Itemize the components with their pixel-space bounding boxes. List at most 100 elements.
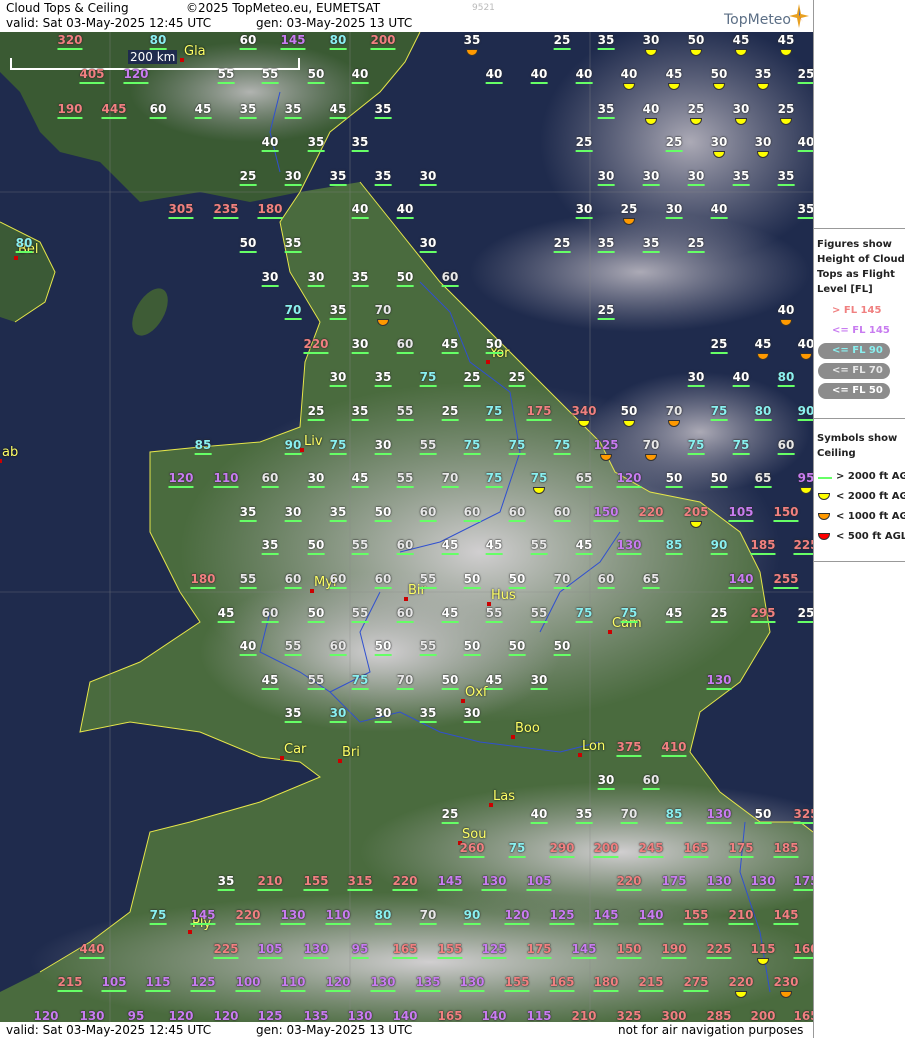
cloud-top-label: 35 xyxy=(284,707,302,723)
cloud-top-label: 120 xyxy=(33,1010,58,1023)
cloud-top-label: 125 xyxy=(257,1010,282,1023)
serial-number: 9521 xyxy=(472,3,495,13)
ceiling-underline xyxy=(661,957,687,959)
cloud-top-label: 75 xyxy=(710,405,728,421)
ceiling-underline xyxy=(597,788,615,790)
cloud-top-label: 75 xyxy=(508,842,526,858)
cloud-top-label: 40 xyxy=(261,136,279,152)
cloud-top-label: 260 xyxy=(459,842,485,858)
cloud-top-label: 200 xyxy=(593,842,619,858)
ceiling-underline xyxy=(374,453,392,455)
legend-fl-item: <= FL 90 xyxy=(832,345,883,356)
ceiling-underline xyxy=(239,251,257,253)
cloud-top-label: 45 xyxy=(666,68,683,84)
cloud-top-label: 130 xyxy=(370,976,396,992)
ceiling-underline xyxy=(325,923,351,925)
cloud-top-label: 30 xyxy=(597,170,615,186)
ceiling-underline xyxy=(530,82,548,84)
cloud-top-label: 65 xyxy=(642,573,660,589)
cloud-top-label: 155 xyxy=(303,875,329,891)
ceiling-underline xyxy=(351,82,369,84)
cloud-top-label: 60 xyxy=(441,271,459,287)
ceiling-underline xyxy=(261,82,279,84)
cloud-top-label: 40 xyxy=(239,640,257,656)
cloud-top-label: 25 xyxy=(797,607,813,623)
satellite-map[interactable]: 200 km GlaBelYorLivMylBirHusCamOxfBooCar… xyxy=(0,32,813,1022)
cloud-top-label: 50 xyxy=(307,539,325,555)
cloud-top-label: 325 xyxy=(793,808,813,824)
ceiling-underline xyxy=(485,419,503,421)
cloud-top-label: 115 xyxy=(526,1010,551,1023)
cloud-top-label: 130 xyxy=(79,1010,104,1023)
ceiling-underline xyxy=(257,889,283,891)
ceiling-underline xyxy=(194,453,212,455)
ceiling-underline xyxy=(728,856,754,858)
cloud-top-label: 130 xyxy=(706,875,732,891)
cloud-top-label: 120 xyxy=(325,976,351,992)
compass-star-icon xyxy=(789,4,809,28)
cloud-top-label: 30 xyxy=(329,707,347,723)
cloud-top-label: 100 xyxy=(235,976,261,992)
brand-logo-text[interactable]: TopMeteo xyxy=(724,12,791,28)
cloud-top-label: 55 xyxy=(530,607,548,623)
cloud-top-label: 75 xyxy=(732,439,750,455)
cloud-top-label: 150 xyxy=(773,506,799,522)
ceiling-underline xyxy=(307,688,325,690)
cloud-top-label: 290 xyxy=(549,842,575,858)
cloud-top-label: 75 xyxy=(149,909,167,925)
cloud-top-label: 210 xyxy=(728,909,754,925)
cloud-top-label: 95 xyxy=(351,943,369,959)
ceiling-underline xyxy=(392,957,418,959)
ceiling-underline xyxy=(194,117,212,119)
ceiling-underline xyxy=(396,688,414,690)
cloud-top-label: 60 xyxy=(396,338,414,354)
ceiling-underline xyxy=(396,217,414,219)
cloud-top-label: 110 xyxy=(280,976,306,992)
ceiling-underline xyxy=(508,453,526,455)
ceiling-underline xyxy=(149,117,167,119)
city-label: Liv xyxy=(304,434,323,449)
legend-ceiling-symbol-icon xyxy=(818,533,830,540)
ceiling-underline xyxy=(441,822,459,824)
cloud-top-label: 60 xyxy=(553,506,571,522)
cloud-top-label: 55 xyxy=(419,573,437,589)
cloud-top-label: 125 xyxy=(190,976,216,992)
ceiling-underline xyxy=(620,822,638,824)
cloud-top-label: 445 xyxy=(101,103,127,119)
legend-ceiling-symbol-icon xyxy=(818,477,832,479)
cloud-top-label: 40 xyxy=(396,203,414,219)
ceiling-underline xyxy=(777,385,795,387)
cloud-top-label: 30 xyxy=(755,136,772,152)
ceiling-underline xyxy=(280,923,306,925)
ceiling-underline xyxy=(777,184,795,186)
cloud-top-label: 35 xyxy=(464,34,481,50)
cloud-top-label: 40 xyxy=(351,203,369,219)
cloud-top-label: 30 xyxy=(261,271,279,287)
ceiling-underline xyxy=(508,587,526,589)
cloud-top-label: 35 xyxy=(284,237,302,253)
ceiling-underline xyxy=(642,788,660,790)
cloud-top-label: 35 xyxy=(351,405,369,421)
cloud-top-label: 35 xyxy=(374,103,392,119)
cloud-top-label: 30 xyxy=(733,103,750,119)
ceiling-underline xyxy=(793,889,813,891)
ceiling-underline xyxy=(549,990,575,992)
cloud-top-label: 50 xyxy=(374,640,392,656)
ceiling-underline xyxy=(123,82,149,84)
cloud-top-label: 60 xyxy=(642,774,660,790)
ceiling-underline xyxy=(661,755,687,757)
cloud-top-label: 55 xyxy=(351,607,369,623)
ceiling-underline xyxy=(706,688,732,690)
ceiling-underline xyxy=(553,48,571,50)
ceiling-underline xyxy=(463,654,481,656)
cloud-top-label: 80 xyxy=(15,237,33,253)
cloud-top-label: 25 xyxy=(307,405,325,421)
cloud-top-label: 105 xyxy=(728,506,754,522)
ceiling-underline xyxy=(217,621,235,623)
cloud-top-label: 35 xyxy=(239,103,257,119)
ceiling-underline xyxy=(351,352,369,354)
cloud-top-label: 200 xyxy=(750,1010,775,1023)
cloud-top-label: 50 xyxy=(621,405,638,421)
ceiling-underline xyxy=(329,587,347,589)
cloud-top-label: 50 xyxy=(710,472,728,488)
